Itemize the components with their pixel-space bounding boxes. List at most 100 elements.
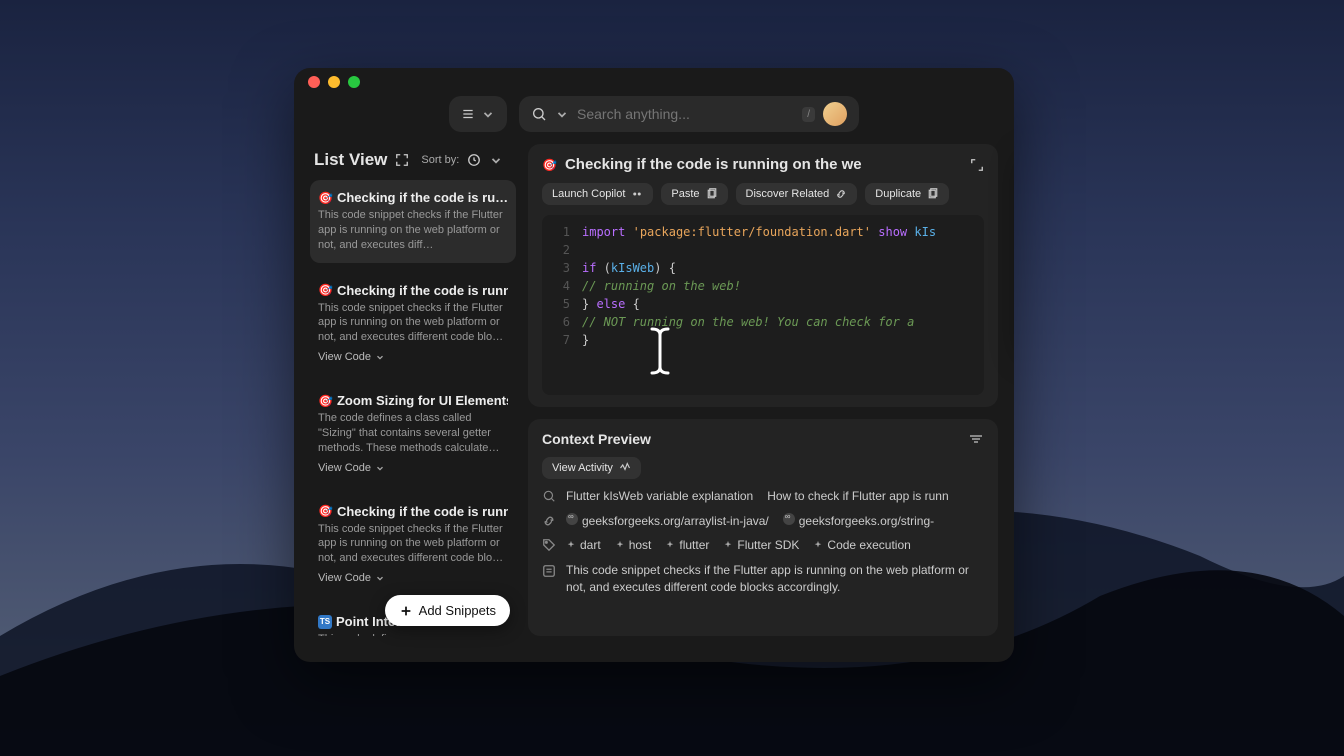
link-bullet-icon: [566, 513, 578, 525]
snippet-title: 🎯Checking if the code is runni…: [318, 283, 508, 298]
note-icon: [542, 564, 556, 578]
sparkle-icon: [813, 540, 823, 550]
view-code-toggle[interactable]: View Code: [318, 462, 508, 474]
code-line: 3if (kIsWeb) {: [552, 259, 974, 277]
context-link-item[interactable]: geeksforgeeks.org/string-: [783, 513, 934, 528]
snippet-desc: This code defin…: [318, 632, 508, 636]
context-tag[interactable]: Code execution: [813, 538, 910, 552]
language-icon: 🎯: [318, 283, 333, 297]
line-number: 6: [552, 313, 570, 331]
context-search-item[interactable]: How to check if Flutter app is runn: [767, 489, 948, 503]
tag-icon: [542, 538, 556, 552]
duplicate-button[interactable]: Duplicate: [865, 183, 949, 205]
context-description: This code snippet checks if the Flutter …: [566, 562, 984, 596]
duplicate-icon: [927, 188, 939, 200]
snippet-list: 🎯Checking if the code is ru… This code sn…: [310, 180, 516, 636]
typescript-icon: TS: [318, 615, 332, 629]
search-icon: [531, 106, 547, 122]
search-bar[interactable]: /: [519, 96, 859, 132]
snippet-card[interactable]: 🎯Zoom Sizing for UI Elements The code def…: [310, 383, 516, 484]
code-line: 7}: [552, 331, 974, 349]
context-preview-panel: Context Preview View Activity Flutter kI…: [528, 419, 998, 636]
filter-icon[interactable]: [968, 431, 984, 447]
link-bullet-icon: [783, 513, 795, 525]
sparkle-icon: [665, 540, 675, 550]
chevron-down-icon: [555, 107, 569, 121]
app-window: / List View Sort by: 🎯Checking if the co…: [294, 68, 1014, 662]
expand-icon[interactable]: [395, 153, 409, 167]
language-icon: 🎯: [318, 504, 333, 518]
snippet-desc: This code snippet checks if the Flutter …: [318, 522, 508, 567]
line-number: 1: [552, 223, 570, 241]
code-line: 4 // running on the web!: [552, 277, 974, 295]
context-tag[interactable]: Flutter SDK: [723, 538, 799, 552]
code-viewer[interactable]: 1import 'package:flutter/foundation.dart…: [542, 215, 984, 395]
window-maximize[interactable]: [348, 76, 360, 88]
expand-icon[interactable]: [970, 158, 984, 172]
paste-icon: [706, 188, 718, 200]
context-links-row: geeksforgeeks.org/arraylist-in-java/geek…: [542, 513, 984, 528]
paste-button[interactable]: Paste: [661, 183, 727, 205]
snippet-title: 🎯Checking if the code is ru…: [318, 190, 508, 205]
snippet-card[interactable]: 🎯Checking if the code is ru…This code sn…: [310, 180, 516, 263]
chevron-down-icon[interactable]: [489, 153, 503, 167]
action-row: Launch Copilot Paste Discover Related Du…: [542, 183, 984, 205]
context-tags-row: dart host flutter Flutter SDK Code execution: [542, 538, 984, 552]
snippet-card[interactable]: 🎯Checking if the code is runni… This code…: [310, 273, 516, 374]
snippet-card[interactable]: 🎯Checking if the code is runni… This code…: [310, 494, 516, 595]
view-menu-button[interactable]: [449, 96, 507, 132]
view-activity-button[interactable]: View Activity: [542, 457, 641, 479]
code-line: 6 // NOT running on the web! You can che…: [552, 313, 974, 331]
sparkle-icon: [723, 540, 733, 550]
language-icon: 🎯: [542, 158, 557, 172]
list-pane: List View Sort by: 🎯Checking if the code…: [310, 144, 516, 636]
search-input[interactable]: [577, 106, 794, 122]
view-code-toggle[interactable]: View Code: [318, 572, 508, 584]
sparkle-icon: [615, 540, 625, 550]
snippet-desc: This code snippet checks if the Flutter …: [318, 301, 508, 346]
line-number: 7: [552, 331, 570, 349]
snippet-title: 🎯Checking if the code is runni…: [318, 504, 508, 519]
add-snippets-label: Add Snippets: [419, 603, 496, 618]
line-number: 2: [552, 241, 570, 259]
list-icon: [461, 107, 475, 121]
search-shortcut-hint: /: [802, 107, 815, 122]
context-tag[interactable]: host: [615, 538, 652, 552]
activity-icon: [619, 462, 631, 474]
language-icon: 🎯: [318, 394, 333, 408]
code-line: 5} else {: [552, 295, 974, 313]
context-searches-row: Flutter kIsWeb variable explanation How t…: [542, 489, 984, 503]
search-icon: [542, 489, 556, 503]
context-tag[interactable]: flutter: [665, 538, 709, 552]
window-minimize[interactable]: [328, 76, 340, 88]
sort-by-label: Sort by:: [421, 154, 459, 166]
copilot-icon: [631, 188, 643, 200]
snippet-title: 🎯Zoom Sizing for UI Elements: [318, 393, 508, 408]
context-tag[interactable]: dart: [566, 538, 601, 552]
code-line: 2: [552, 241, 974, 259]
topbar: /: [294, 96, 1014, 144]
view-code-toggle[interactable]: View Code: [318, 351, 508, 363]
detail-title: Checking if the code is running on the w…: [565, 156, 962, 173]
link-icon: [542, 514, 556, 528]
sparkle-icon: [566, 540, 576, 550]
text-cursor-decoration: [646, 325, 674, 377]
launch-copilot-button[interactable]: Launch Copilot: [542, 183, 653, 205]
add-snippets-button[interactable]: Add Snippets: [385, 595, 510, 626]
chevron-down-icon: [481, 107, 495, 121]
window-close[interactable]: [308, 76, 320, 88]
code-line: 1import 'package:flutter/foundation.dart…: [552, 223, 974, 241]
titlebar: [294, 68, 1014, 96]
context-link-item[interactable]: geeksforgeeks.org/arraylist-in-java/: [566, 513, 769, 528]
discover-related-button[interactable]: Discover Related: [736, 183, 858, 205]
context-search-item[interactable]: Flutter kIsWeb variable explanation: [566, 489, 753, 503]
plus-icon: [399, 604, 413, 618]
context-preview-title: Context Preview: [542, 431, 651, 447]
line-number: 5: [552, 295, 570, 313]
snippet-desc: The code defines a class called "Sizing"…: [318, 411, 508, 456]
clock-icon[interactable]: [467, 153, 481, 167]
user-avatar[interactable]: [823, 102, 847, 126]
link-icon: [835, 188, 847, 200]
context-desc-row: This code snippet checks if the Flutter …: [542, 562, 984, 596]
detail-panel: 🎯 Checking if the code is running on the…: [528, 144, 998, 407]
